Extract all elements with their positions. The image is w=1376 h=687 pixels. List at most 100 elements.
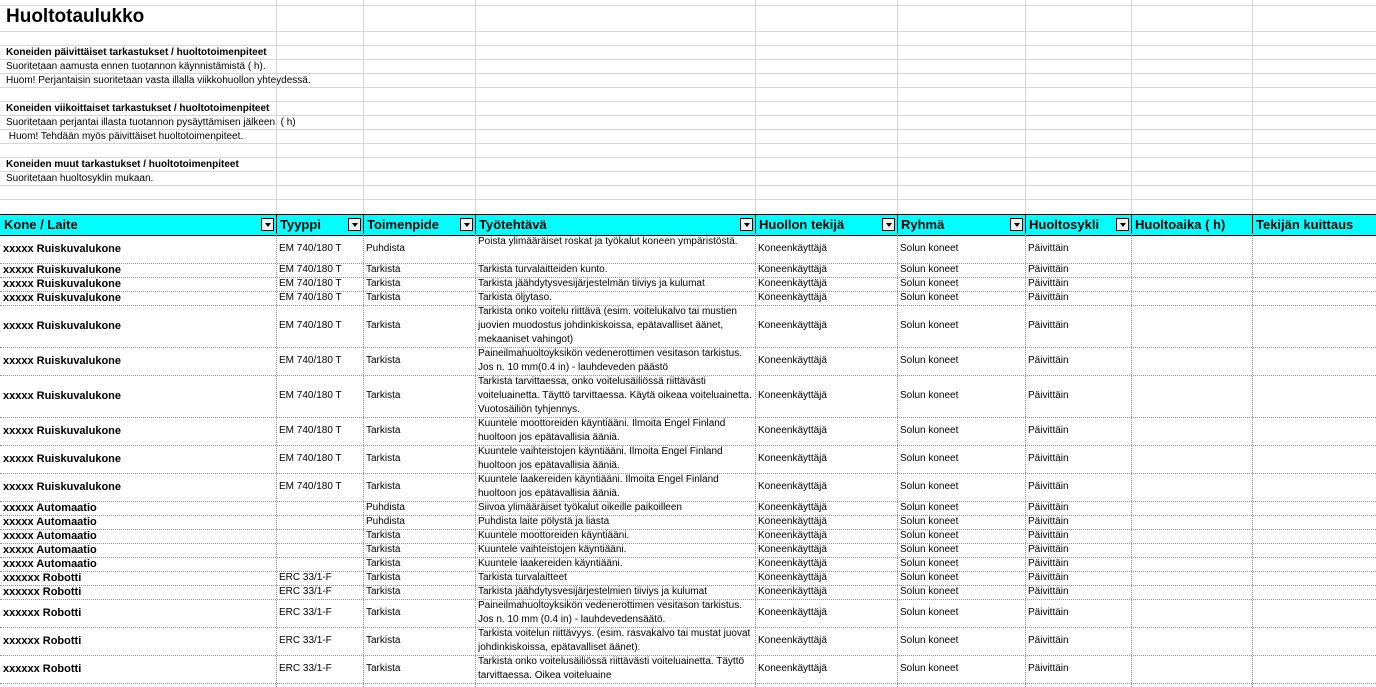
machine-cell[interactable]: xxxxx Automaatio — [3, 543, 274, 557]
worker-ack-cell[interactable] — [1255, 445, 1374, 473]
filter-dropdown-icon[interactable] — [348, 218, 361, 231]
worker-ack-cell[interactable] — [1255, 375, 1374, 417]
group-cell[interactable]: Solun koneet — [900, 291, 1023, 305]
worker-cell[interactable]: Koneenkäyttäjä — [758, 277, 895, 291]
task-cell[interactable]: Tarkista turvalaitteiden kunto. — [478, 263, 753, 277]
task-cell[interactable]: Siivoa ylimääräiset työkalut oikeille pa… — [478, 501, 753, 515]
worker-ack-cell[interactable] — [1255, 543, 1374, 557]
type-cell[interactable]: EM 740/180 T — [279, 263, 361, 277]
worker-ack-cell[interactable] — [1255, 277, 1374, 291]
task-cell[interactable]: Tarkista voitelun riittävyys. (esim. ras… — [478, 627, 753, 655]
type-cell[interactable]: EM 740/180 T — [279, 354, 361, 368]
group-cell[interactable]: Solun koneet — [900, 452, 1023, 466]
maintenance-time-cell[interactable] — [1134, 627, 1250, 655]
task-cell[interactable]: Kuuntele moottoreiden käyntiääni. — [478, 529, 753, 543]
worker-ack-cell[interactable] — [1255, 473, 1374, 501]
filter-dropdown-icon[interactable] — [740, 218, 753, 231]
cycle-cell[interactable]: Päivittäin — [1028, 662, 1129, 676]
group-cell[interactable]: Solun koneet — [900, 634, 1023, 648]
group-cell[interactable]: Solun koneet — [900, 319, 1023, 333]
action-cell[interactable]: Tarkista — [366, 389, 473, 403]
worker-cell[interactable]: Koneenkäyttäjä — [758, 634, 895, 648]
action-cell[interactable]: Tarkista — [366, 291, 473, 305]
task-cell[interactable]: Tarkista onko voitelu riittävä (esim. vo… — [478, 305, 753, 347]
group-cell[interactable]: Solun koneet — [900, 585, 1023, 599]
task-cell[interactable]: Tarkista öljytaso. — [478, 291, 753, 305]
worker-cell[interactable]: Koneenkäyttäjä — [758, 585, 895, 599]
machine-cell[interactable]: xxxxxx Robotti — [3, 571, 274, 585]
worker-cell[interactable]: Koneenkäyttäjä — [758, 543, 895, 557]
task-cell[interactable]: Kuuntele laakereiden käyntiääni. — [478, 557, 753, 571]
group-cell[interactable]: Solun koneet — [900, 515, 1023, 529]
cycle-cell[interactable]: Päivittäin — [1028, 242, 1129, 256]
worker-ack-cell[interactable] — [1255, 347, 1374, 375]
type-cell[interactable] — [279, 543, 361, 557]
column-header-machine[interactable]: Kone / Laite — [4, 214, 78, 234]
column-header-task[interactable]: Työtehtävä — [479, 214, 547, 234]
task-cell[interactable]: Kuuntele vaihteistojen käyntiääni. — [478, 543, 753, 557]
maintenance-time-cell[interactable] — [1134, 277, 1250, 291]
action-cell[interactable]: Tarkista — [366, 571, 473, 585]
worker-ack-cell[interactable] — [1255, 417, 1374, 445]
maintenance-time-cell[interactable] — [1134, 571, 1250, 585]
worker-ack-cell[interactable] — [1255, 263, 1374, 277]
group-cell[interactable]: Solun koneet — [900, 571, 1023, 585]
maintenance-time-cell[interactable] — [1134, 417, 1250, 445]
action-cell[interactable]: Puhdista — [366, 501, 473, 515]
cycle-cell[interactable]: Päivittäin — [1028, 319, 1129, 333]
group-cell[interactable]: Solun koneet — [900, 354, 1023, 368]
machine-cell[interactable]: xxxxx Ruiskuvalukone — [3, 389, 274, 403]
cycle-cell[interactable]: Päivittäin — [1028, 263, 1129, 277]
action-cell[interactable]: Tarkista — [366, 543, 473, 557]
action-cell[interactable]: Tarkista — [366, 480, 473, 494]
task-cell[interactable]: Poista ylimääräiset roskat ja työkalut k… — [478, 235, 753, 263]
type-cell[interactable] — [279, 515, 361, 529]
worker-cell[interactable]: Koneenkäyttäjä — [758, 515, 895, 529]
action-cell[interactable]: Tarkista — [366, 634, 473, 648]
maintenance-time-cell[interactable] — [1134, 655, 1250, 683]
machine-cell[interactable]: xxxxx Ruiskuvalukone — [3, 354, 274, 368]
cycle-cell[interactable]: Päivittäin — [1028, 424, 1129, 438]
worker-cell[interactable]: Koneenkäyttäjä — [758, 263, 895, 277]
worker-cell[interactable]: Koneenkäyttäjä — [758, 571, 895, 585]
maintenance-time-cell[interactable] — [1134, 529, 1250, 543]
machine-cell[interactable]: xxxxx Automaatio — [3, 529, 274, 543]
type-cell[interactable]: EM 740/180 T — [279, 291, 361, 305]
cycle-cell[interactable]: Päivittäin — [1028, 606, 1129, 620]
type-cell[interactable] — [279, 501, 361, 515]
type-cell[interactable]: EM 740/180 T — [279, 452, 361, 466]
task-cell[interactable]: Tarkista turvalaitteet — [478, 571, 753, 585]
maintenance-time-cell[interactable] — [1134, 291, 1250, 305]
type-cell[interactable]: ERC 33/1-F — [279, 606, 361, 620]
worker-ack-cell[interactable] — [1255, 305, 1374, 347]
type-cell[interactable] — [279, 557, 361, 571]
maintenance-time-cell[interactable] — [1134, 543, 1250, 557]
cycle-cell[interactable]: Päivittäin — [1028, 557, 1129, 571]
type-cell[interactable]: EM 740/180 T — [279, 424, 361, 438]
task-cell[interactable]: Puhdista laite pölystä ja liasta — [478, 515, 753, 529]
type-cell[interactable]: ERC 33/1-F — [279, 585, 361, 599]
cycle-cell[interactable]: Päivittäin — [1028, 501, 1129, 515]
filter-dropdown-icon[interactable] — [460, 218, 473, 231]
machine-cell[interactable]: xxxxxx Robotti — [3, 585, 274, 599]
task-cell[interactable]: Kuuntele moottoreiden käyntiääni. Ilmoit… — [478, 417, 753, 445]
worker-cell[interactable]: Koneenkäyttäjä — [758, 291, 895, 305]
filter-dropdown-icon[interactable] — [1116, 218, 1129, 231]
worker-cell[interactable]: Koneenkäyttäjä — [758, 354, 895, 368]
task-cell[interactable]: Kuuntele laakereiden käyntiääni. Ilmoita… — [478, 473, 753, 501]
group-cell[interactable]: Solun koneet — [900, 529, 1023, 543]
worker-ack-cell[interactable] — [1255, 501, 1374, 515]
task-cell[interactable]: Tarkista jäähdytysvesijärjestelmien tiiv… — [478, 585, 753, 599]
maintenance-time-cell[interactable] — [1134, 263, 1250, 277]
group-cell[interactable]: Solun koneet — [900, 277, 1023, 291]
worker-cell[interactable]: Koneenkäyttäjä — [758, 452, 895, 466]
column-header-group[interactable]: Ryhmä — [901, 214, 944, 234]
column-header-action[interactable]: Toimenpide — [367, 214, 439, 234]
group-cell[interactable]: Solun koneet — [900, 480, 1023, 494]
action-cell[interactable]: Tarkista — [366, 529, 473, 543]
maintenance-time-cell[interactable] — [1134, 473, 1250, 501]
type-cell[interactable]: EM 740/180 T — [279, 480, 361, 494]
group-cell[interactable]: Solun koneet — [900, 543, 1023, 557]
machine-cell[interactable]: xxxxxx Robotti — [3, 662, 274, 676]
cycle-cell[interactable]: Päivittäin — [1028, 529, 1129, 543]
